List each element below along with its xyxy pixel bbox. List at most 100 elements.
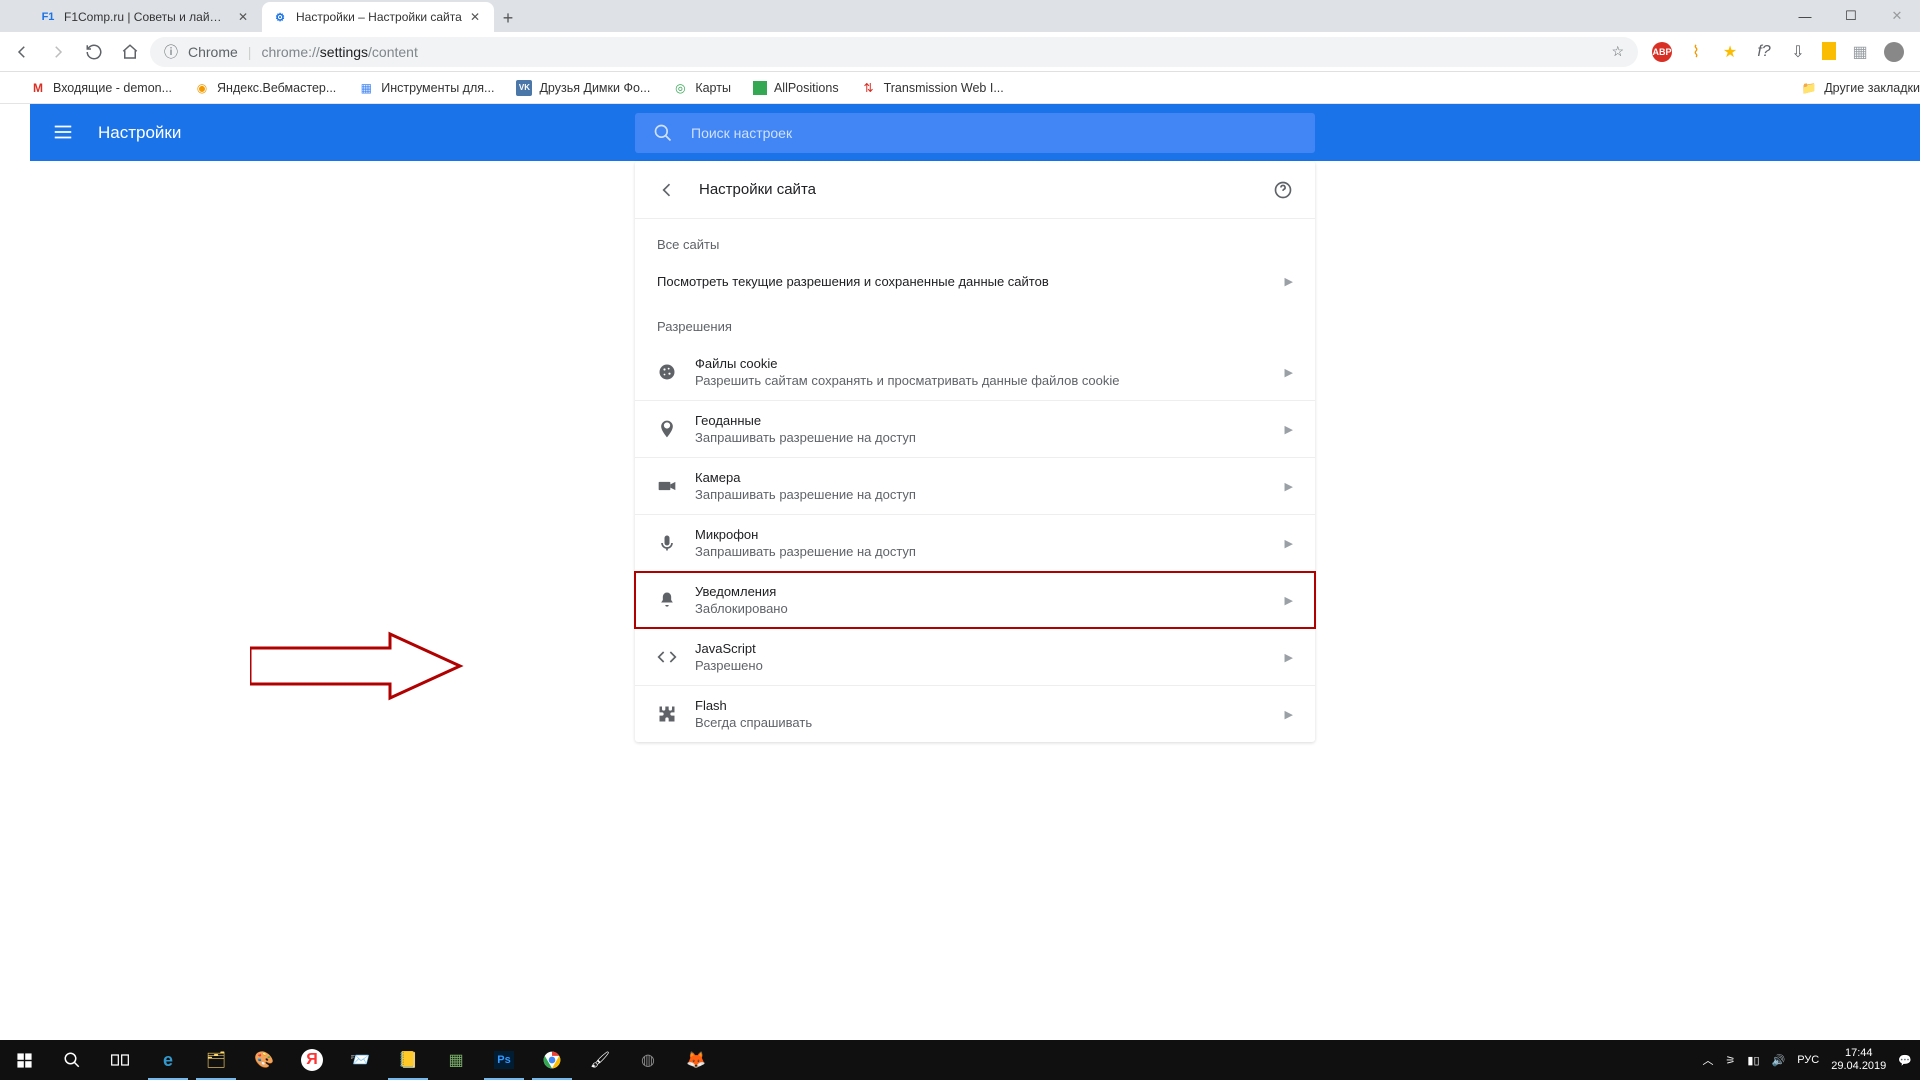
grid-icon[interactable]: ▦: [1850, 42, 1870, 62]
minimize-button[interactable]: —: [1782, 0, 1828, 32]
home-button[interactable]: [114, 36, 146, 68]
chevron-right-icon: ▶: [1285, 366, 1293, 379]
browser-tabstrip: F1 F1Comp.ru | Советы и лайфхаки ✕ ⚙ Нас…: [0, 0, 1920, 32]
bookmark-star-icon[interactable]: ☆: [1611, 43, 1624, 60]
row-title: Микрофон: [695, 527, 1285, 542]
bookmarks-bar: MВходящие - demon... ◉Яндекс.Вебмастер..…: [0, 72, 1920, 104]
battery-icon[interactable]: ▮▯: [1747, 1054, 1759, 1067]
permission-row-code[interactable]: JavaScriptРазрешено▶: [635, 629, 1315, 685]
bookmark-item[interactable]: VKДрузья Димки Фо...: [516, 80, 650, 96]
reload-button[interactable]: [78, 36, 110, 68]
taskbar-app[interactable]: 🖌: [576, 1040, 624, 1080]
row-title: JavaScript: [695, 641, 1285, 656]
language-indicator[interactable]: РУС: [1797, 1054, 1819, 1066]
bookmark-label: Яндекс.Вебмастер...: [217, 81, 336, 95]
tray-chevron-icon[interactable]: ︿: [1703, 1052, 1714, 1068]
taskbar-app-yandex[interactable]: Я: [288, 1040, 336, 1080]
url-text: chrome://settings/content: [261, 44, 417, 60]
settings-viewport: Настройки Настройки сайта Все сайты Посм…: [30, 104, 1920, 1040]
back-icon[interactable]: [657, 180, 677, 200]
bookmark-item[interactable]: ◎Карты: [672, 80, 731, 96]
rss-icon[interactable]: ⌇: [1686, 42, 1706, 62]
wifi-icon[interactable]: ⚞: [1726, 1054, 1736, 1067]
row-view-all-sites[interactable]: Посмотреть текущие разрешения и сохранен…: [635, 262, 1315, 301]
system-tray: ︿ ⚞ ▮▯ 🔊 РУС 17:44 29.04.2019 💬: [1703, 1047, 1920, 1073]
browser-tab[interactable]: ⚙ Настройки – Настройки сайта ✕: [262, 2, 494, 32]
row-subtitle: Разрешено: [695, 658, 1285, 673]
star-icon[interactable]: ★: [1720, 42, 1740, 62]
bookmark-item[interactable]: AllPositions: [753, 81, 839, 95]
question-icon[interactable]: f?: [1754, 42, 1774, 62]
taskbar-app-edge[interactable]: e: [144, 1040, 192, 1080]
notifications-icon[interactable]: 💬: [1898, 1054, 1912, 1067]
taskbar-app-photoshop[interactable]: Ps: [480, 1040, 528, 1080]
chevron-right-icon: ▶: [1285, 423, 1293, 436]
new-tab-button[interactable]: +: [494, 4, 522, 32]
volume-icon[interactable]: 🔊: [1772, 1054, 1786, 1067]
row-title: Flash: [695, 698, 1285, 713]
browser-tab[interactable]: F1 F1Comp.ru | Советы и лайфхаки ✕: [30, 2, 262, 32]
camera-icon: [657, 476, 695, 496]
taskview-button[interactable]: [96, 1040, 144, 1080]
row-title: Уведомления: [695, 584, 1285, 599]
close-icon[interactable]: ✕: [470, 10, 484, 24]
row-subtitle: Запрашивать разрешение на доступ: [695, 487, 1285, 502]
profile-avatar-icon[interactable]: [1884, 42, 1904, 62]
bookmark-item[interactable]: MВходящие - demon...: [30, 80, 172, 96]
forward-button[interactable]: [42, 36, 74, 68]
bookmark-label: Другие закладки: [1824, 81, 1920, 95]
bookmark-item[interactable]: ▦Инструменты для...: [358, 80, 494, 96]
settings-card: Настройки сайта Все сайты Посмотреть тек…: [635, 161, 1315, 742]
other-bookmarks[interactable]: 📁Другие закладки: [1801, 80, 1920, 96]
taskbar-app-paint[interactable]: 🎨: [240, 1040, 288, 1080]
search-button[interactable]: [48, 1040, 96, 1080]
taskbar-app[interactable]: ◍: [624, 1040, 672, 1080]
back-button[interactable]: [6, 36, 38, 68]
search-icon: [653, 123, 673, 143]
tab-favicon: ⚙: [272, 9, 288, 25]
start-button[interactable]: [0, 1040, 48, 1080]
taskbar-app-firefox[interactable]: 🦊: [672, 1040, 720, 1080]
abp-icon[interactable]: ABP: [1652, 42, 1672, 62]
taskbar-app[interactable]: ▦: [432, 1040, 480, 1080]
bookmark-label: Входящие - demon...: [53, 81, 172, 95]
taskbar-app[interactable]: 📨: [336, 1040, 384, 1080]
permission-row-bell[interactable]: УведомленияЗаблокировано▶: [635, 572, 1315, 628]
annotation-arrow: [250, 630, 470, 705]
cookie-icon: [657, 362, 695, 382]
row-subtitle: Всегда спрашивать: [695, 715, 1285, 730]
code-icon: [657, 647, 695, 667]
taskbar-app-notepad[interactable]: 📒: [384, 1040, 432, 1080]
bookmark-item[interactable]: ◉Яндекс.Вебмастер...: [194, 80, 336, 96]
close-icon[interactable]: ✕: [238, 10, 252, 24]
chevron-right-icon: ▶: [1285, 537, 1293, 550]
tab-title: Настройки – Настройки сайта: [296, 10, 462, 24]
menu-icon[interactable]: [52, 121, 76, 145]
mic-icon: [657, 533, 695, 553]
permission-row-mic[interactable]: МикрофонЗапрашивать разрешение на доступ…: [635, 515, 1315, 571]
site-info-icon[interactable]: ⓘ: [164, 42, 178, 62]
taskbar-app-explorer[interactable]: 🗂: [192, 1040, 240, 1080]
section-label-all-sites: Все сайты: [635, 219, 1315, 262]
permission-row-puzzle[interactable]: FlashВсегда спрашивать▶: [635, 686, 1315, 742]
tray-clock[interactable]: 17:44 29.04.2019: [1831, 1047, 1886, 1073]
tray-date: 29.04.2019: [1831, 1060, 1886, 1073]
bookmark-ext-icon[interactable]: [1822, 42, 1836, 60]
bookmark-label: Карты: [695, 81, 731, 95]
tab-favicon: F1: [40, 9, 56, 25]
help-icon[interactable]: [1273, 180, 1293, 200]
permission-row-pin[interactable]: ГеоданныеЗапрашивать разрешение на досту…: [635, 401, 1315, 457]
bookmark-item[interactable]: ⇅Transmission Web I...: [861, 80, 1004, 96]
download-icon[interactable]: ⇩: [1788, 42, 1808, 62]
settings-app-title: Настройки: [98, 123, 181, 143]
maximize-button[interactable]: ☐: [1828, 0, 1874, 32]
omnibox[interactable]: ⓘ Chrome | chrome://settings/content ☆: [150, 37, 1638, 67]
settings-search-input[interactable]: [691, 125, 1297, 141]
permission-row-camera[interactable]: КамераЗапрашивать разрешение на доступ▶: [635, 458, 1315, 514]
row-subtitle: Разрешить сайтам сохранять и просматрива…: [695, 373, 1285, 388]
settings-search[interactable]: [635, 113, 1315, 153]
row-subtitle: Заблокировано: [695, 601, 1285, 616]
permission-row-cookie[interactable]: Файлы cookieРазрешить сайтам сохранять и…: [635, 344, 1315, 400]
close-window-button[interactable]: ✕: [1874, 0, 1920, 32]
taskbar-app-chrome[interactable]: [528, 1040, 576, 1080]
